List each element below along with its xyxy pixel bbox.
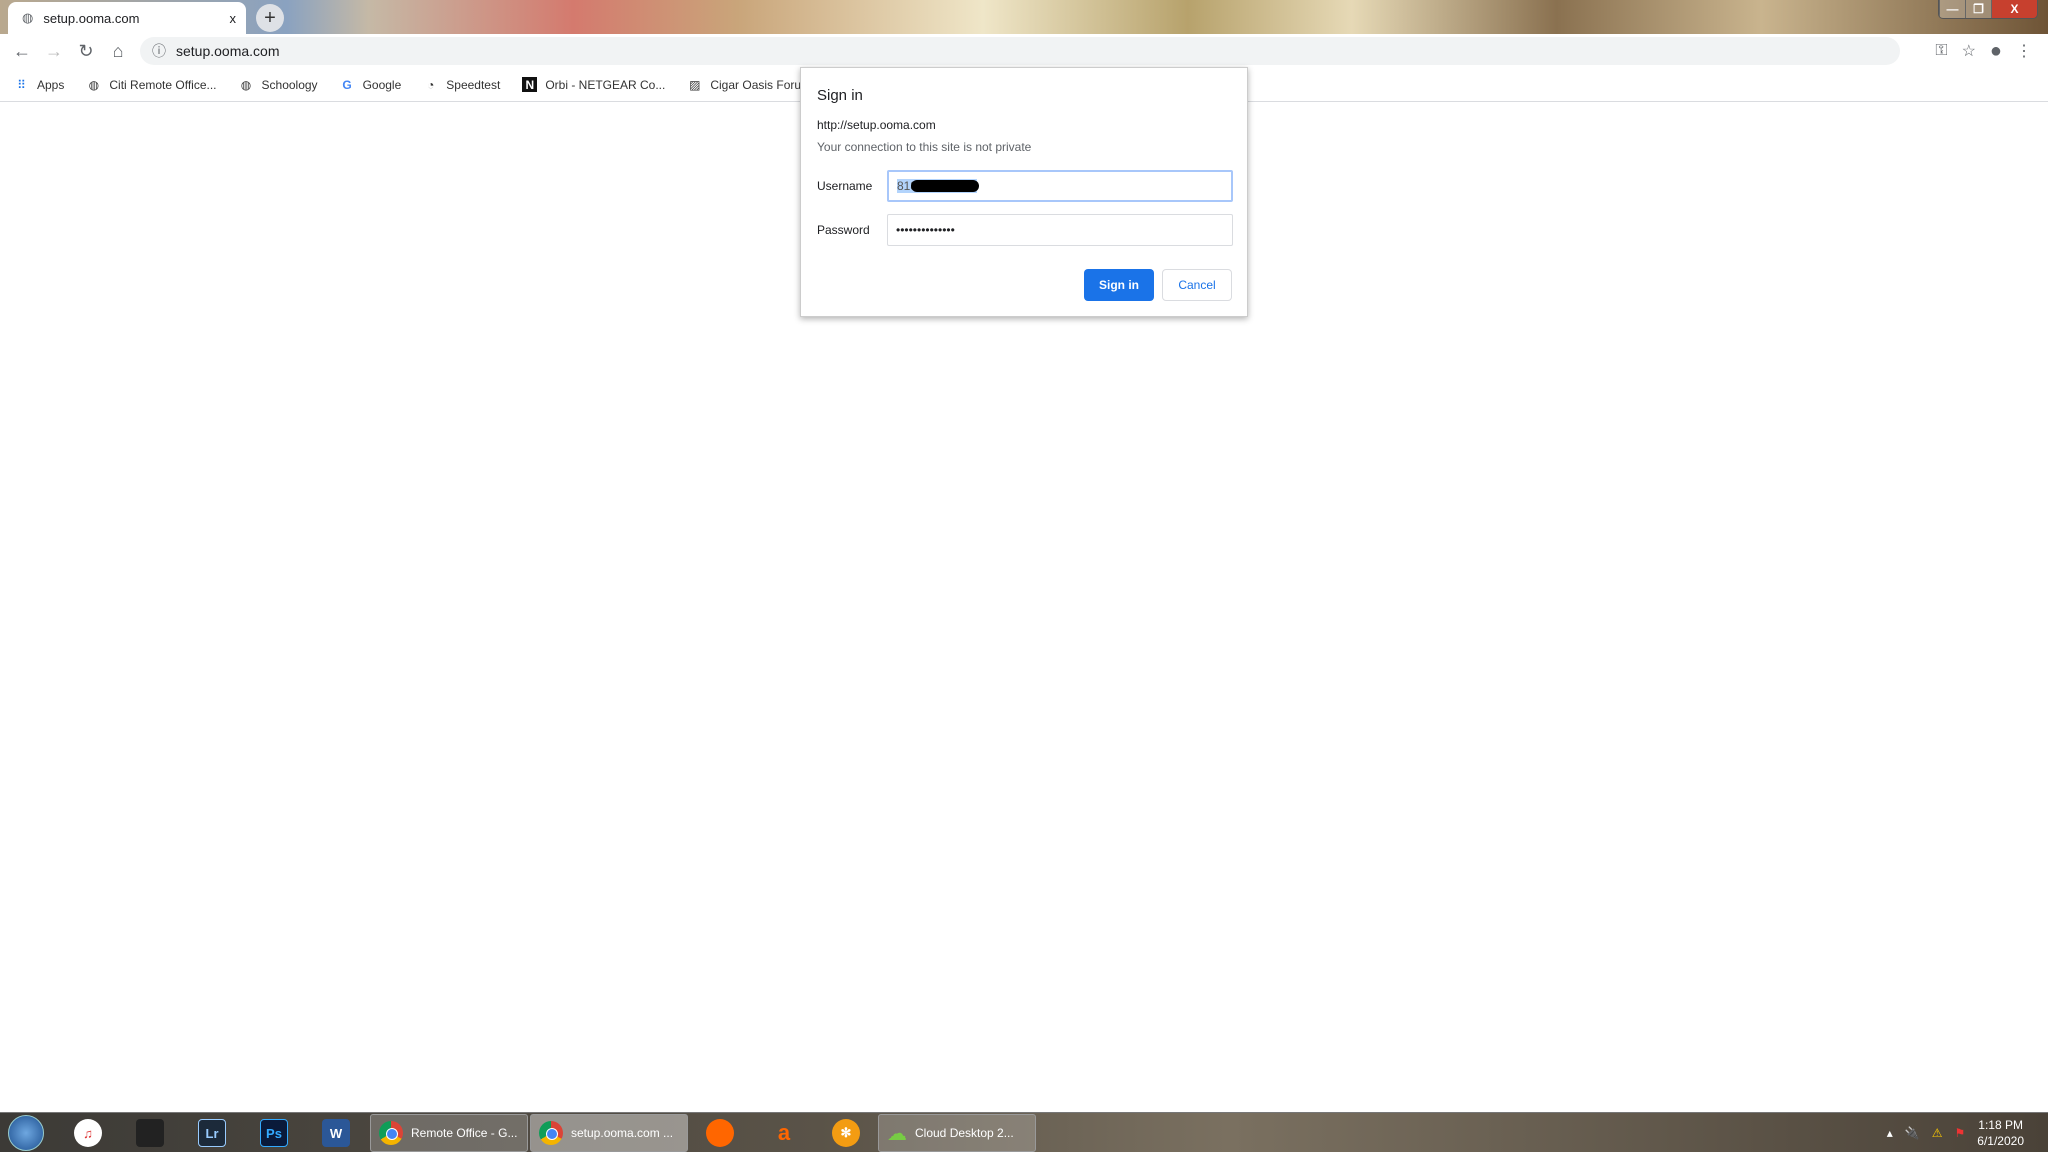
clock-date: 6/1/2020 (1977, 1134, 2024, 1148)
system-tray: ▴ 🔌 ⚠ ⚑ 1:18 PM 6/1/2020 (1887, 1113, 2024, 1153)
task-remote-office[interactable]: Remote Office - G... (370, 1114, 528, 1152)
taskbar: ♫ Lr Ps W Remote Office - G... setup.oom… (0, 1112, 2048, 1152)
bookmark-schoology[interactable]: ◍ Schoology (239, 77, 318, 92)
username-input[interactable]: 818 (887, 170, 1233, 202)
tab-title: setup.ooma.com (43, 10, 140, 26)
bookmark-label: Schoology (261, 77, 318, 92)
new-tab-button[interactable]: + (256, 4, 284, 32)
start-button[interactable] (8, 1115, 44, 1151)
bookmark-label: Apps (37, 77, 65, 92)
minimize-button[interactable]: — (1939, 0, 1965, 18)
bookmark-label: Cigar Oasis Forum (710, 77, 812, 92)
cancel-button[interactable]: Cancel (1162, 269, 1232, 301)
globe-icon: ◍ (88, 77, 100, 92)
redaction-mark (911, 180, 979, 192)
power-icon[interactable]: 🔌 (1905, 1126, 1920, 1140)
bookmark-orbi[interactable]: N Orbi - NETGEAR Co... (522, 77, 665, 92)
tab-strip: ◍ setup.ooma.com x + — ❐ X (0, 0, 2048, 34)
globe-icon: ◍ (22, 10, 34, 25)
bookmark-label: Speedtest (446, 77, 501, 92)
window-controls: — ❐ X (1938, 0, 2038, 19)
clock[interactable]: 1:18 PM 6/1/2020 (1977, 1117, 2024, 1149)
clock-time: 1:18 PM (1978, 1118, 2023, 1132)
speedtest-icon: ◔ (427, 77, 435, 92)
dialog-title: Sign in (817, 87, 863, 104)
task-cloud-desktop[interactable]: ☁ Cloud Desktop 2... (878, 1114, 1036, 1152)
bookmark-label: Citi Remote Office... (109, 77, 217, 92)
tab-close-button[interactable]: x (230, 11, 237, 26)
info-icon[interactable]: ⓘ (152, 41, 166, 61)
task-setup-ooma[interactable]: setup.ooma.com ... (530, 1114, 688, 1152)
task-label: setup.ooma.com ... (571, 1126, 674, 1140)
tab-setup-ooma[interactable]: ◍ setup.ooma.com x (8, 2, 246, 34)
google-icon: G (342, 77, 352, 92)
chrome-icon (379, 1121, 403, 1145)
back-button[interactable]: ← (6, 41, 38, 62)
network-warning-icon[interactable]: ⚠ (1932, 1126, 1943, 1140)
bookmark-citi[interactable]: ◍ Citi Remote Office... (86, 77, 217, 92)
bookmark-google[interactable]: G Google (340, 77, 402, 92)
username-row: Username 818 (817, 170, 1233, 202)
task-label: Cloud Desktop 2... (915, 1126, 1014, 1140)
avast-icon[interactable]: a (770, 1119, 798, 1147)
password-row: Password •••••••••••••• (817, 214, 1233, 246)
lightroom-icon[interactable]: Lr (198, 1119, 226, 1147)
firefox-icon[interactable] (706, 1119, 734, 1147)
address-bar[interactable]: ⓘ setup.ooma.com (140, 37, 1900, 65)
task-label: Remote Office - G... (411, 1126, 518, 1140)
chrome-icon (539, 1121, 563, 1145)
reload-button[interactable]: ↻ (70, 41, 102, 62)
star-icon[interactable]: ☆ (1962, 41, 1976, 61)
dialog-url: http://setup.ooma.com (817, 118, 936, 132)
bookmark-label: Orbi - NETGEAR Co... (545, 77, 666, 92)
restore-button[interactable]: ❐ (1965, 0, 1991, 18)
toolbar: ← → ↻ ⌂ ⓘ setup.ooma.com ⚿ ☆ ● ⋮ (0, 34, 2048, 68)
cigar-icon: ▨ (689, 77, 701, 92)
settings-icon[interactable]: ✻ (832, 1119, 860, 1147)
bookmark-apps[interactable]: ⠿ Apps (14, 77, 64, 92)
globe-icon: ◍ (240, 77, 252, 92)
close-window-button[interactable]: X (1991, 0, 2037, 18)
profile-icon[interactable]: ● (1990, 40, 2002, 63)
camera-icon[interactable] (136, 1119, 164, 1147)
itunes-icon[interactable]: ♫ (74, 1119, 102, 1147)
username-label: Username (817, 179, 873, 193)
password-value: •••••••••••••• (896, 223, 955, 237)
sign-in-button[interactable]: Sign in (1084, 269, 1154, 301)
forward-button[interactable]: → (38, 41, 70, 62)
menu-icon[interactable]: ⋮ (2016, 41, 2032, 61)
dialog-note: Your connection to this site is not priv… (817, 140, 1032, 154)
password-input[interactable]: •••••••••••••• (887, 214, 1233, 246)
password-label: Password (817, 223, 870, 237)
apps-grid-icon: ⠿ (17, 77, 26, 92)
home-button[interactable]: ⌂ (102, 41, 134, 62)
action-center-flag-icon[interactable]: ⚑ (1955, 1126, 1966, 1140)
cloud-icon: ☁ (887, 1122, 907, 1145)
show-hidden-icons-button[interactable]: ▴ (1887, 1126, 1893, 1140)
sign-in-dialog: Sign in http://setup.ooma.com Your conne… (800, 67, 1248, 317)
photoshop-icon[interactable]: Ps (260, 1119, 288, 1147)
netgear-icon: N (522, 77, 538, 92)
address-text: setup.ooma.com (176, 43, 280, 59)
bookmark-speedtest[interactable]: ◔ Speedtest (423, 77, 500, 92)
key-icon[interactable]: ⚿ (1935, 42, 1947, 60)
bookmark-label: Google (362, 77, 402, 92)
bookmark-cigar-oasis[interactable]: ▨ Cigar Oasis Forum (687, 77, 811, 92)
word-icon[interactable]: W (322, 1119, 350, 1147)
